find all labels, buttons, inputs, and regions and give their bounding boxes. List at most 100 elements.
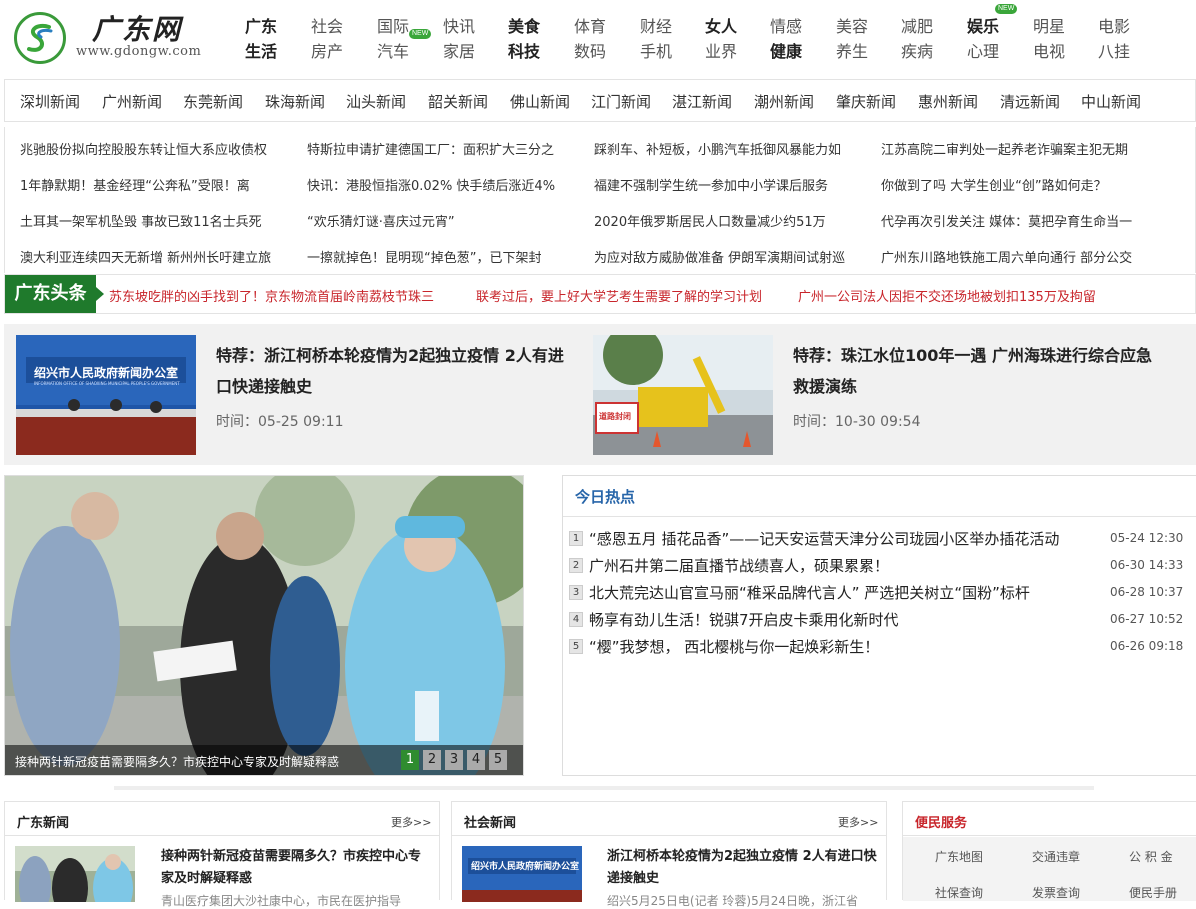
headline-link[interactable]: 一擦就掉色！昆明现“掉色葱”，已下架封 [307, 247, 579, 266]
nav-link[interactable]: 养生 [836, 42, 868, 61]
nav-link[interactable]: 家居 [443, 42, 475, 61]
box-image-text: 绍兴市人民政府新闻办公室 [471, 862, 580, 872]
nav-link[interactable]: 减肥 [901, 17, 933, 36]
city-news-link[interactable]: 惠州新闻 [918, 91, 978, 112]
nav-link[interactable]: 数码 [574, 42, 606, 61]
slide-dot[interactable]: 2 [423, 750, 441, 770]
slide-dot[interactable]: 1 [401, 750, 419, 770]
headline-link[interactable]: 代孕再次引发关注 媒体：莫把孕育生命当一 [881, 211, 1153, 230]
nav-link[interactable]: 汽车 [377, 42, 409, 61]
nav-link[interactable]: 明星 [1033, 17, 1065, 36]
city-news-link[interactable]: 江门新闻 [591, 91, 651, 112]
box-news-desc: 青山医疗集团大沙社康中心，市民在医护指导 [161, 894, 402, 908]
service-link[interactable]: 交通违章 [1032, 848, 1080, 865]
featured-image-1[interactable]: 绍兴市人民政府新闻办公室 INFORMATION OFFICE OF SHAOX… [16, 335, 196, 455]
city-news-link[interactable]: 肇庆新闻 [836, 91, 896, 112]
hot-item-title[interactable]: 北大荒完达山官宣马丽“稚采品牌代言人” 严选把关树立“国粉”标杆 [589, 582, 1030, 603]
featured-title-1[interactable]: 特荐：浙江柯桥本轮疫情为2起独立疫情 2人有进口快递接触史 [216, 340, 576, 402]
nav-link[interactable]: 房产 [311, 42, 343, 61]
hot-rank: 4 [569, 612, 583, 627]
more-link[interactable]: 更多>> [391, 814, 431, 830]
service-link[interactable]: 发票查询 [1032, 884, 1080, 901]
hot-item[interactable]: 5 “樱”我梦想， 西北樱桃与你一起焕彩新生！ 06-26 09:18 [569, 636, 1196, 658]
city-news-link[interactable]: 深圳新闻 [20, 91, 80, 112]
slide-dot[interactable]: 5 [489, 750, 507, 770]
nav-link[interactable]: 科技 [508, 42, 540, 61]
service-link[interactable]: 便民手册 [1129, 884, 1177, 901]
box-news-image[interactable] [15, 846, 135, 902]
headline-link[interactable]: 澳大利亚连续四天无新增 新州州长吁建立旅 [20, 247, 292, 266]
slide-caption[interactable]: 接种两针新冠疫苗需要隔多久？市疾控中心专家及时解疑释惑 [15, 753, 339, 770]
hot-item[interactable]: 2 广州石井第二届直播节战绩喜人，硕果累累！ 06-30 14:33 [569, 555, 1196, 577]
toutiao-item[interactable]: 联考过后，要上好大学艺考生需要了解的学习计划 [476, 286, 762, 305]
nav-link[interactable]: 健康 [770, 42, 802, 61]
nav-link[interactable]: 美食 [508, 17, 540, 36]
service-link[interactable]: 公 积 金 [1129, 848, 1173, 865]
nav-link[interactable]: 电视 [1033, 42, 1065, 61]
nav-link[interactable]: 财经 [640, 17, 672, 36]
nav-link[interactable]: 快讯 [443, 17, 475, 36]
service-link[interactable]: 广东地图 [935, 848, 983, 865]
hot-item-title[interactable]: 广州石井第二届直播节战绩喜人，硕果累累！ [589, 555, 889, 576]
nav-link[interactable]: 疾病 [901, 42, 933, 61]
nav-link[interactable]: 情感 [770, 17, 802, 36]
nav-link[interactable]: 八挂 [1098, 42, 1130, 61]
headline-link[interactable]: 为应对敌方威胁做准备 伊朗军演期间试射巡 [594, 247, 866, 266]
hot-item[interactable]: 4 畅享有劲儿生活！锐骐7开启皮卡乘用化新时代 06-27 10:52 [569, 609, 1196, 631]
nav-link[interactable]: 美容 [836, 17, 868, 36]
hot-item[interactable]: 1 “感恩五月 插花品香”——记天安运营天津分公司珑园小区举办插花活动 05-24 … [569, 528, 1196, 550]
box-news-image[interactable]: 绍兴市人民政府新闻办公室 [462, 846, 582, 902]
headline-link[interactable]: 土耳其一架军机坠毁 事故已致11名士兵死 [20, 211, 292, 230]
city-news-link[interactable]: 韶关新闻 [428, 91, 488, 112]
nav-link[interactable]: 社会 [311, 17, 343, 36]
nav-link[interactable]: 娱乐 [967, 17, 999, 36]
headline-grid: 兆驰股份拟向控股股东转让恒大系应收债权 特斯拉申请扩建德国工厂：面积扩大三分之 踩刹… [4, 127, 1196, 273]
city-news-link[interactable]: 潮州新闻 [754, 91, 814, 112]
nav-link[interactable]: 国际 [377, 17, 409, 36]
box-news-title[interactable]: 浙江柯桥本轮疫情为2起独立疫情 2人有进口快递接触史 [607, 846, 879, 890]
headline-link[interactable]: 福建不强制学生统一参加中小学课后服务 [594, 175, 866, 194]
headline-link[interactable]: 江苏高院二审判处一起养老诈骗案主犯无期 [881, 139, 1153, 158]
toutiao-item[interactable]: 广州一公司法人因拒不交还场地被划扣135万及拘留 [798, 286, 1096, 305]
toutiao-item[interactable]: 苏东坡吃胖的凶手找到了！京东物流首届岭南荔枝节珠三 [109, 286, 434, 305]
headline-link[interactable]: 踩刹车、补短板，小鹏汽车抵御风暴能力如 [594, 139, 866, 158]
nav-link[interactable]: 心理 [967, 42, 999, 61]
service-link[interactable]: 社保查询 [935, 884, 983, 901]
more-link[interactable]: 更多>> [838, 814, 878, 830]
city-news-link[interactable]: 汕头新闻 [346, 91, 406, 112]
headline-link[interactable]: “欢乐猜灯谜·喜庆过元宵” [307, 211, 579, 230]
headline-link[interactable]: 1年静默期！基金经理“公奔私”受限！离 [20, 175, 292, 194]
nav-column: 财经 手机 [640, 14, 680, 64]
nav-link[interactable]: 生活 [245, 42, 277, 61]
headline-link[interactable]: 2020年俄罗斯居民人口数量减少约51万 [594, 211, 866, 230]
slide-dot[interactable]: 4 [467, 750, 485, 770]
nav-link[interactable]: 女人 [705, 17, 737, 36]
headline-link[interactable]: 广州东川路地铁施工周六单向通行 部分公交 [881, 247, 1153, 266]
hot-item[interactable]: 3 北大荒完达山官宣马丽“稚采品牌代言人” 严选把关树立“国粉”标杆 06-28 1… [569, 582, 1196, 604]
featured-image-2[interactable]: 道路封闭 [593, 335, 773, 455]
nav-link[interactable]: 手机 [640, 42, 672, 61]
city-news-link[interactable]: 东莞新闻 [183, 91, 243, 112]
headline-link[interactable]: 特斯拉申请扩建德国工厂：面积扩大三分之 [307, 139, 579, 158]
news-slideshow[interactable]: 接种两针新冠疫苗需要隔多久？市疾控中心专家及时解疑释惑 12345 [4, 475, 524, 776]
nav-link[interactable]: 广东 [245, 17, 277, 36]
city-news-link[interactable]: 中山新闻 [1081, 91, 1141, 112]
city-news-link[interactable]: 佛山新闻 [510, 91, 570, 112]
headline-link[interactable]: 兆驰股份拟向控股股东转让恒大系应收债权 [20, 139, 292, 158]
featured-title-2[interactable]: 特荐：珠江水位100年一遇 广州海珠进行综合应急救援演练 [793, 340, 1153, 402]
city-news-link[interactable]: 珠海新闻 [265, 91, 325, 112]
nav-link[interactable]: 体育 [574, 17, 606, 36]
headline-link[interactable]: 你做到了吗 大学生创业“创”路如何走？ [881, 175, 1153, 194]
hot-item-title[interactable]: 畅享有劲儿生活！锐骐7开启皮卡乘用化新时代 [589, 609, 899, 630]
site-logo[interactable] [14, 12, 66, 64]
slide-dot[interactable]: 3 [445, 750, 463, 770]
box-news-title[interactable]: 接种两针新冠疫苗需要隔多久？市疾控中心专家及时解疑释惑 [161, 846, 433, 890]
hot-item-title[interactable]: “感恩五月 插花品香”——记天安运营天津分公司珑园小区举办插花活动 [589, 528, 1059, 549]
city-news-link[interactable]: 清远新闻 [1000, 91, 1060, 112]
city-news-link[interactable]: 湛江新闻 [672, 91, 732, 112]
city-news-link[interactable]: 广州新闻 [102, 91, 162, 112]
nav-link[interactable]: 电影 [1098, 17, 1130, 36]
headline-link[interactable]: 快讯：港股恒指涨0.02% 快手绩后涨近4% [307, 175, 579, 194]
nav-link[interactable]: 业界 [705, 42, 737, 61]
hot-item-title[interactable]: “樱”我梦想， 西北樱桃与你一起焕彩新生！ [589, 636, 879, 657]
